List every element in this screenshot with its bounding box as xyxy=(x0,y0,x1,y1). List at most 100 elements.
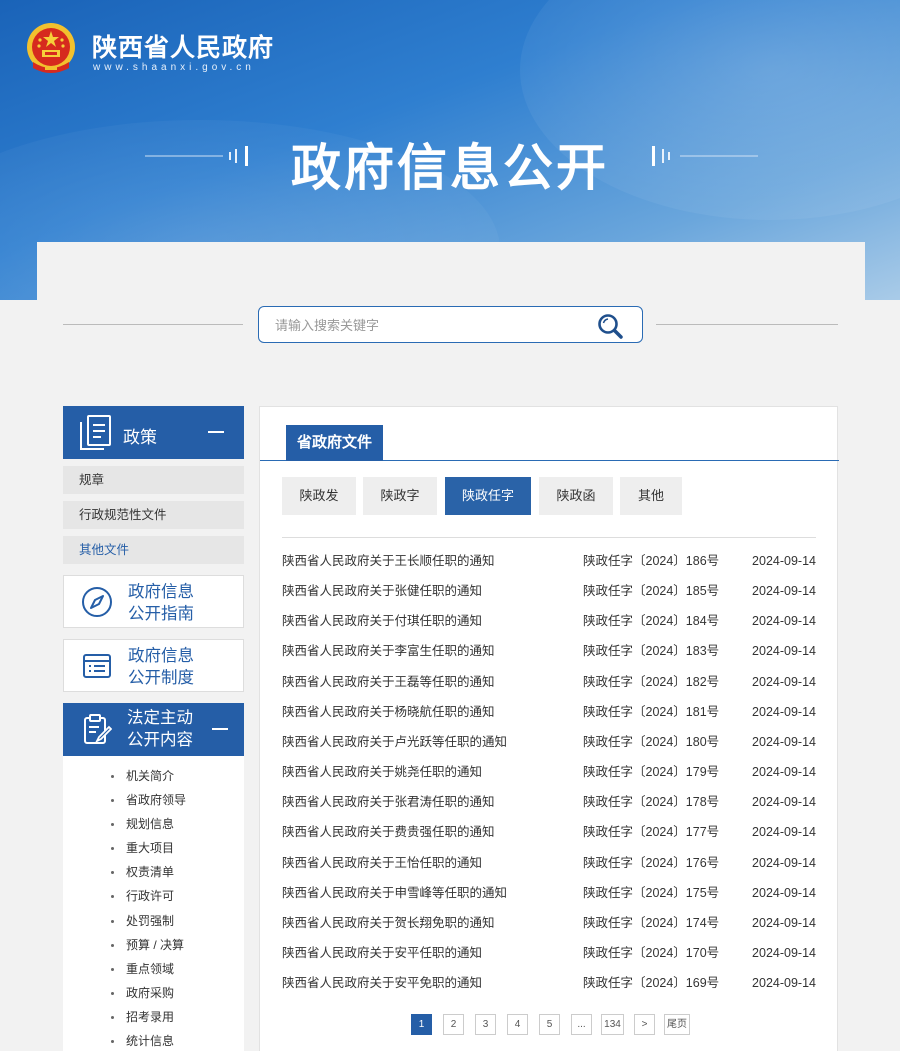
sub-tab-shaanzhengrenzi[interactable]: 陕政任字 xyxy=(445,477,531,515)
document-date: 2024-09-14 xyxy=(752,885,816,900)
sidebar-card-guide[interactable]: 政府信息 公开指南 xyxy=(63,575,244,628)
page-button[interactable]: ... xyxy=(571,1014,592,1035)
sidebar-item-admin-license[interactable]: 行政许可 xyxy=(63,884,244,908)
table-row[interactable]: 陕西省人民政府关于张君涛任职的通知 陕政任字〔2024〕178号 2024-09-1… xyxy=(282,787,816,817)
table-row[interactable]: 陕西省人民政府关于杨晓航任职的通知 陕政任字〔2024〕181号 2024-09-1… xyxy=(282,697,816,727)
document-date: 2024-09-14 xyxy=(752,734,816,749)
page-button[interactable]: 尾页 xyxy=(664,1014,690,1035)
sidebar-item-recruitment[interactable]: 招考录用 xyxy=(63,1005,244,1029)
table-row[interactable]: 陕西省人民政府关于王怡任职的通知 陕政任字〔2024〕176号 2024-09-14 xyxy=(282,848,816,878)
document-title[interactable]: 陕西省人民政府关于卢光跃等任职的通知 xyxy=(282,727,507,757)
sidebar-card-system[interactable]: 政府信息 公开制度 xyxy=(63,639,244,692)
table-row[interactable]: 陕西省人民政府关于费贵强任职的通知 陕政任字〔2024〕177号 2024-09-1… xyxy=(282,817,816,847)
sub-tab-shaanzhengfa[interactable]: 陕政发 xyxy=(282,477,356,515)
sidebar-item-rules[interactable]: 规章 xyxy=(63,466,244,494)
sub-tab-other[interactable]: 其他 xyxy=(620,477,682,515)
table-row[interactable]: 陕西省人民政府关于付琪任职的通知 陕政任字〔2024〕184号 2024-09-14 xyxy=(282,606,816,636)
site-title[interactable]: 陕西省人民政府 xyxy=(92,28,274,64)
sidebar-item-procurement[interactable]: 政府采购 xyxy=(63,981,244,1005)
document-title[interactable]: 陕西省人民政府关于贺长翔免职的通知 xyxy=(282,908,495,938)
table-row[interactable]: 陕西省人民政府关于姚尧任职的通知 陕政任字〔2024〕179号 2024-09-14 xyxy=(282,757,816,787)
page-button[interactable]: 4 xyxy=(507,1014,528,1035)
document-number: 陕政任字〔2024〕182号 xyxy=(583,674,720,689)
site-url[interactable]: www.shaanxi.gov.cn xyxy=(93,62,255,73)
collapse-icon[interactable] xyxy=(212,728,228,730)
list-divider xyxy=(282,537,816,538)
search-icon[interactable] xyxy=(596,312,624,340)
sidebar-head-statutory[interactable]: 法定主动 公开内容 xyxy=(63,703,244,756)
document-date: 2024-09-14 xyxy=(752,795,816,810)
document-title[interactable]: 陕西省人民政府关于费贵强任职的通知 xyxy=(282,817,495,847)
hero-title: 政府信息公开 xyxy=(291,140,609,196)
document-number: 陕政任字〔2024〕183号 xyxy=(583,644,720,659)
sub-tab-shaanzhengzi[interactable]: 陕政字 xyxy=(363,477,437,515)
sidebar-card-label: 政府信息 公开指南 xyxy=(128,581,194,625)
document-date: 2024-09-14 xyxy=(752,765,816,780)
sidebar-item-key-areas[interactable]: 重点领域 xyxy=(63,957,244,981)
document-date: 2024-09-14 xyxy=(752,976,816,991)
document-title[interactable]: 陕西省人民政府关于安平任职的通知 xyxy=(282,938,482,968)
search-divider-right xyxy=(656,324,838,325)
collapse-icon[interactable] xyxy=(208,431,224,433)
document-number: 陕政任字〔2024〕178号 xyxy=(583,795,720,810)
tab-provincial-docs[interactable]: 省政府文件 xyxy=(286,425,384,461)
document-number: 陕政任字〔2024〕181号 xyxy=(583,704,720,719)
table-row[interactable]: 陕西省人民政府关于李富生任职的通知 陕政任字〔2024〕183号 2024-09-1… xyxy=(282,636,816,666)
sidebar-item-normative-docs[interactable]: 行政规范性文件 xyxy=(63,501,244,529)
document-title[interactable]: 陕西省人民政府关于王磊等任职的通知 xyxy=(282,667,495,697)
sidebar-item-major-projects[interactable]: 重大项目 xyxy=(63,836,244,860)
table-row[interactable]: 陕西省人民政府关于王磊等任职的通知 陕政任字〔2024〕182号 2024-09-1… xyxy=(282,667,816,697)
sidebar-item-budget[interactable]: 预算 / 决算 xyxy=(63,933,244,957)
page-button[interactable]: > xyxy=(634,1014,655,1035)
document-title[interactable]: 陕西省人民政府关于张健任职的通知 xyxy=(282,576,482,606)
sidebar-item-agency-intro[interactable]: 机关简介 xyxy=(63,764,244,788)
sidebar: 政策 规章 行政规范性文件 其他文件 政府信息 公开指南 政府信息 公开制度 法… xyxy=(63,406,244,1051)
document-date: 2024-09-14 xyxy=(752,915,816,930)
sidebar-head-line: 法定主动 xyxy=(127,709,193,727)
sidebar-item-statistics[interactable]: 统计信息 xyxy=(63,1029,244,1051)
table-row[interactable]: 陕西省人民政府关于张健任职的通知 陕政任字〔2024〕185号 2024-09-14 xyxy=(282,576,816,606)
sub-tab-shaanzhenghan[interactable]: 陕政函 xyxy=(539,477,613,515)
search-input[interactable] xyxy=(275,315,575,335)
table-row[interactable]: 陕西省人民政府关于申雪峰等任职的通知 陕政任字〔2024〕175号 2024-09-… xyxy=(282,878,816,908)
document-title[interactable]: 陕西省人民政府关于张君涛任职的通知 xyxy=(282,787,495,817)
compass-icon xyxy=(82,587,112,617)
sidebar-head-policy[interactable]: 政策 xyxy=(63,406,244,459)
sidebar-item-leaders[interactable]: 省政府领导 xyxy=(63,788,244,812)
document-title[interactable]: 陕西省人民政府关于安平免职的通知 xyxy=(282,968,482,998)
sidebar-item-other-docs[interactable]: 其他文件 xyxy=(63,536,244,564)
document-title[interactable]: 陕西省人民政府关于姚尧任职的通知 xyxy=(282,757,482,787)
sidebar-item-penalty[interactable]: 处罚强制 xyxy=(63,909,244,933)
search-divider-left xyxy=(63,324,243,325)
page-button[interactable]: 2 xyxy=(443,1014,464,1035)
list-document-icon xyxy=(83,654,111,678)
document-title[interactable]: 陕西省人民政府关于王长顺任职的通知 xyxy=(282,546,495,576)
document-title[interactable]: 陕西省人民政府关于付琪任职的通知 xyxy=(282,606,482,636)
sidebar-card-line: 政府信息 xyxy=(128,647,194,665)
search-box xyxy=(258,306,643,343)
sidebar-item-power-list[interactable]: 权责清单 xyxy=(63,860,244,884)
content-tab-bar: 省政府文件 xyxy=(260,407,839,461)
table-row[interactable]: 陕西省人民政府关于卢光跃等任职的通知 陕政任字〔2024〕180号 2024-09-… xyxy=(282,727,816,757)
sidebar-item-planning[interactable]: 规划信息 xyxy=(63,812,244,836)
page-button[interactable]: 134 xyxy=(601,1014,624,1035)
document-title[interactable]: 陕西省人民政府关于李富生任职的通知 xyxy=(282,636,495,666)
page-button[interactable]: 5 xyxy=(539,1014,560,1035)
document-number: 陕政任字〔2024〕176号 xyxy=(583,855,720,870)
page-button[interactable]: 3 xyxy=(475,1014,496,1035)
sidebar-card-label: 政府信息 公开制度 xyxy=(128,645,194,689)
national-emblem-icon[interactable] xyxy=(25,22,77,76)
document-number: 陕政任字〔2024〕180号 xyxy=(583,734,720,749)
table-row[interactable]: 陕西省人民政府关于王长顺任职的通知 陕政任字〔2024〕186号 2024-09-1… xyxy=(282,546,816,576)
table-row[interactable]: 陕西省人民政府关于安平任职的通知 陕政任字〔2024〕170号 2024-09-14 xyxy=(282,938,816,968)
document-title[interactable]: 陕西省人民政府关于杨晓航任职的通知 xyxy=(282,697,495,727)
document-date: 2024-09-14 xyxy=(752,674,816,689)
table-row[interactable]: 陕西省人民政府关于安平免职的通知 陕政任字〔2024〕169号 2024-09-14 xyxy=(282,968,816,998)
page-button[interactable]: 1 xyxy=(411,1014,432,1035)
table-row[interactable]: 陕西省人民政府关于贺长翔免职的通知 陕政任字〔2024〕174号 2024-09-1… xyxy=(282,908,816,938)
document-title[interactable]: 陕西省人民政府关于申雪峰等任职的通知 xyxy=(282,878,507,908)
sidebar-head-label: 政策 xyxy=(123,428,157,447)
document-title[interactable]: 陕西省人民政府关于王怡任职的通知 xyxy=(282,848,482,878)
hero-decoration-right xyxy=(652,146,758,166)
clipboard-edit-icon xyxy=(84,714,112,744)
